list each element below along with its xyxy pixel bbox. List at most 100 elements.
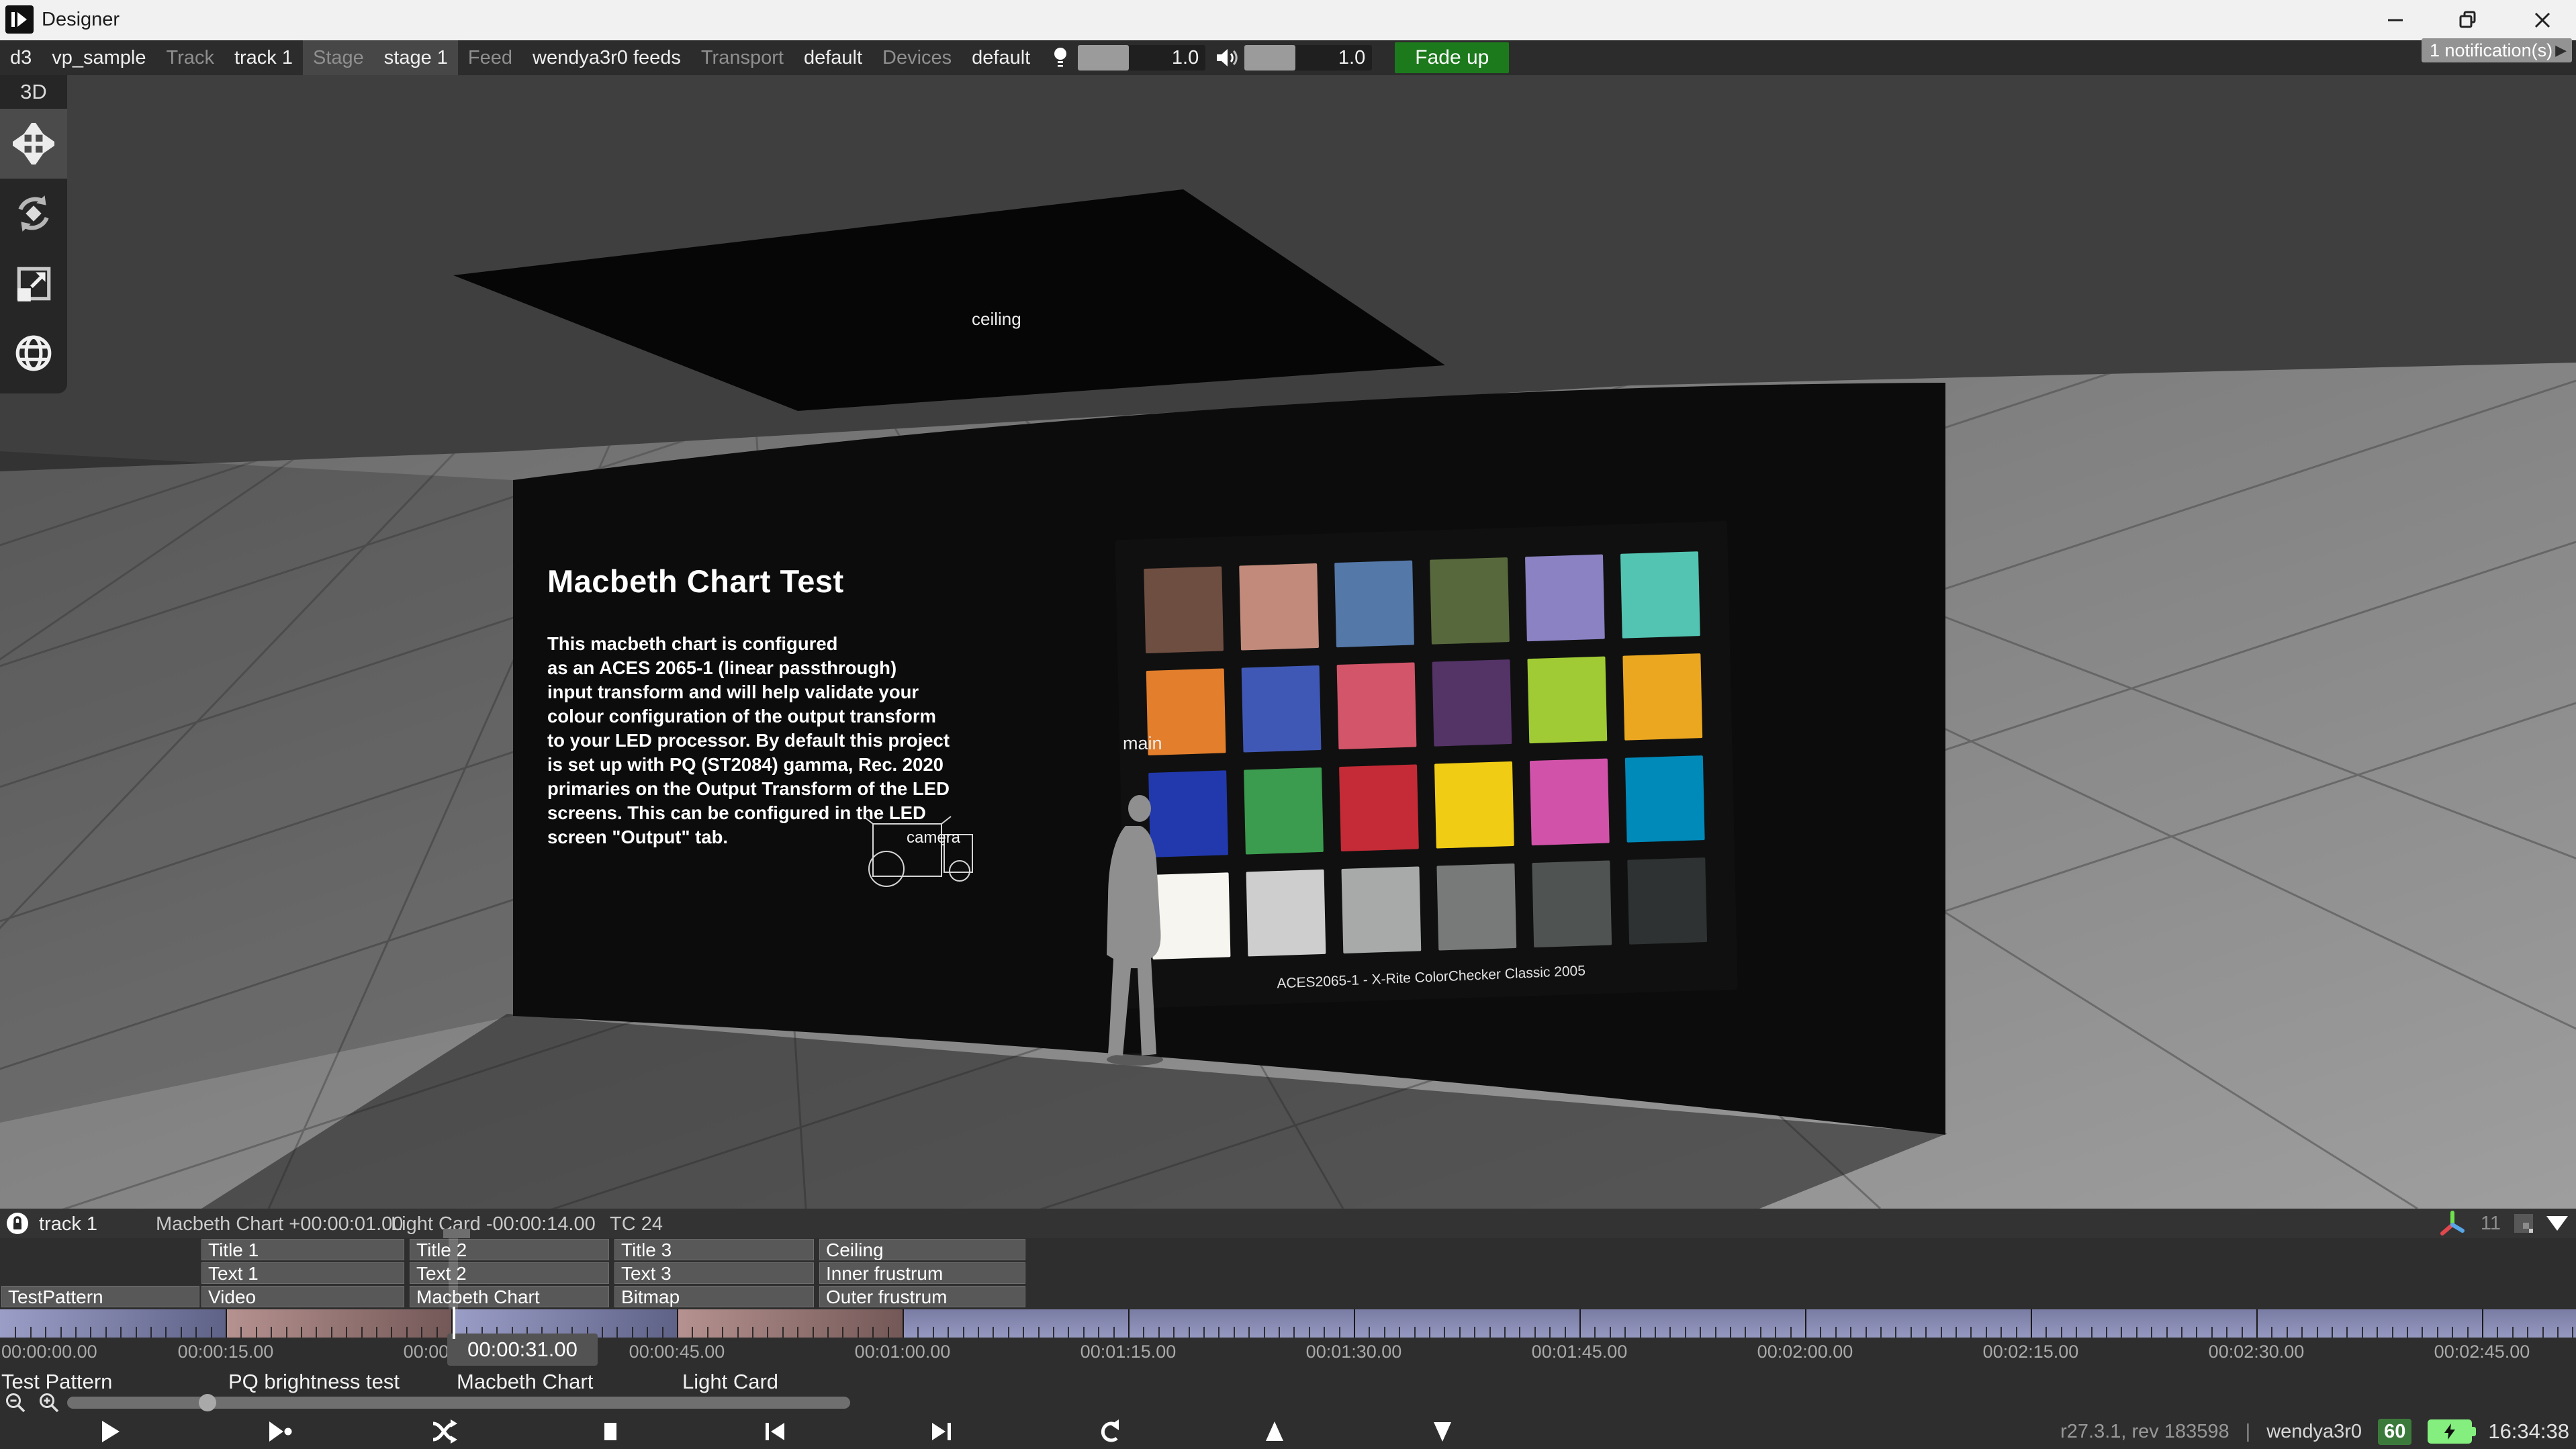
scale-tool-button[interactable] (0, 248, 67, 318)
timeline-layer-block[interactable]: Outer frustrum (819, 1286, 1025, 1307)
notification-badge[interactable]: 1 notification(s) ▶ (2422, 38, 2572, 62)
close-button[interactable] (2509, 0, 2576, 40)
ruler-tick (1956, 1327, 1957, 1338)
menu-feed[interactable]: Feed (458, 40, 522, 75)
menu-items: d3vp_sampleTracktrack 1Stagestage 1Feedw… (0, 40, 1040, 75)
menu-track-1[interactable]: track 1 (224, 40, 303, 75)
timeline-layer-block[interactable]: Ceiling (819, 1239, 1025, 1260)
ruler-tick (2392, 1327, 2393, 1338)
ruler-tick (858, 1327, 859, 1338)
ruler-tick (1925, 1327, 1927, 1338)
ruler-timecode-label: 00:01:15.00 (1080, 1342, 1177, 1362)
volume-value: 1.0 (1295, 47, 1372, 69)
transport-play-button[interactable] (93, 1415, 128, 1448)
volume-slider-thumb[interactable] (1244, 45, 1295, 71)
macbeth-patch (1244, 767, 1324, 855)
fade-up-button[interactable]: Fade up (1395, 42, 1509, 73)
section-name-pq-brightness-test[interactable]: PQ brightness test (228, 1370, 400, 1394)
ruler-band-section (0, 1309, 226, 1338)
ruler-tick (1339, 1327, 1340, 1338)
zoom-in-button[interactable] (38, 1391, 62, 1415)
ruler-tick (2061, 1327, 2062, 1338)
timeline-layer-block[interactable]: Text 2 (410, 1262, 609, 1284)
timeline-layer-block[interactable]: Video (201, 1286, 404, 1307)
rotate-tool-button[interactable] (0, 179, 67, 248)
ruler-tick (1008, 1327, 1009, 1338)
ruler-tick (120, 1327, 122, 1338)
camera-wireframe[interactable] (863, 814, 984, 891)
playhead-line[interactable] (453, 1307, 455, 1339)
ruler-tick (105, 1327, 107, 1338)
ruler-tick (948, 1327, 949, 1338)
timeline-layer-block[interactable]: Text 3 (614, 1262, 814, 1284)
timeline-layer-block[interactable]: Text 1 (201, 1262, 404, 1284)
brightness-slider-thumb[interactable] (1078, 45, 1129, 71)
transport-loop-section-button[interactable] (426, 1415, 461, 1448)
transport-stop-button[interactable] (593, 1415, 628, 1448)
ruler-tick (1023, 1327, 1024, 1338)
menu-transport[interactable]: Transport (691, 40, 794, 75)
play-section-icon (265, 1417, 293, 1446)
menu-default[interactable]: default (962, 40, 1040, 75)
restore-button[interactable] (2436, 0, 2499, 40)
toolbar-3d-label: 3D (0, 75, 67, 109)
ruler-tick (917, 1327, 919, 1338)
menu-devices[interactable]: Devices (872, 40, 962, 75)
ruler-tick (2226, 1327, 2227, 1338)
macbeth-patch (1530, 759, 1610, 846)
timeline-layer-block[interactable]: Bitmap (614, 1286, 814, 1307)
transport-previous-section-button[interactable] (757, 1415, 792, 1448)
zoom-out-button[interactable] (4, 1391, 28, 1415)
ruler-timecode-label: 00:02:45.00 (2434, 1342, 2530, 1362)
transport-next-section-button[interactable] (925, 1415, 960, 1448)
ruler-tick (1189, 1327, 1190, 1338)
macbeth-color-chart[interactable]: ACES2065-1 - X-Rite ColorChecker Classic… (1115, 521, 1737, 1009)
previous-section-icon (761, 1417, 789, 1446)
menu-d3[interactable]: d3 (0, 40, 42, 75)
globe-tool-button[interactable] (0, 318, 67, 388)
menu-track[interactable]: Track (156, 40, 224, 75)
menu-default[interactable]: default (794, 40, 872, 75)
brightness-control[interactable]: 1.0 (1050, 45, 1205, 71)
playhead-handle[interactable] (443, 1229, 470, 1238)
ruler-tick (752, 1327, 753, 1338)
ruler-tick (1941, 1327, 1942, 1338)
timeline-layer-block[interactable]: Inner frustrum (819, 1262, 1025, 1284)
transport-return-to-start-button[interactable] (1093, 1415, 1128, 1448)
transport-play-section-button[interactable] (262, 1415, 297, 1448)
menu-wendya3r0-feeds[interactable]: wendya3r0 feeds (522, 40, 691, 75)
transport-down-button[interactable] (1425, 1415, 1460, 1448)
ruler-tick (1565, 1327, 1566, 1338)
volume-control[interactable]: 1.0 (1215, 45, 1372, 71)
section-name-macbeth-chart[interactable]: Macbeth Chart (457, 1370, 593, 1394)
timeline-ruler-band[interactable] (0, 1309, 2576, 1338)
timeline-layer-block[interactable]: TestPattern (1, 1286, 199, 1307)
ruler-tick (842, 1327, 843, 1338)
timeline-layer-block[interactable]: Title 1 (201, 1239, 404, 1260)
timeline-scrollbar[interactable] (67, 1397, 850, 1409)
transport-up-button[interactable] (1257, 1415, 1292, 1448)
timeline-panel: track 1 Macbeth Chart +00:00:01.00 Light… (0, 1209, 2576, 1449)
ruler-tick (1640, 1327, 1641, 1338)
timeline-layer-block[interactable]: Title 2 (410, 1239, 609, 1260)
ruler-tick (1234, 1327, 1235, 1338)
ruler-tick (1309, 1327, 1310, 1338)
minimize-button[interactable] (2364, 0, 2427, 40)
section-name-test-pattern[interactable]: Test Pattern (1, 1370, 112, 1394)
ruler-tick (2346, 1327, 2348, 1338)
macbeth-caption: ACES2065-1 - X-Rite ColorChecker Classic… (1125, 957, 1737, 998)
section-name-light-card[interactable]: Light Card (682, 1370, 778, 1394)
ruler-section-boundary (226, 1309, 227, 1338)
timeline-layer-block[interactable]: Macbeth Chart (410, 1286, 609, 1307)
timeline-layer-block[interactable]: Title 3 (614, 1239, 814, 1260)
menu-vp_sample[interactable]: vp_sample (42, 40, 156, 75)
ruler-tick (1173, 1327, 1175, 1338)
ruler-tick (767, 1327, 768, 1338)
timeline-scrollbar-thumb[interactable] (199, 1394, 216, 1411)
clock-text: 16:34:38 (2488, 1419, 2569, 1444)
macbeth-patch (1430, 557, 1510, 645)
menu-stage-1[interactable]: stage 1 (374, 40, 458, 75)
ruler-tick (1038, 1327, 1040, 1338)
menu-stage[interactable]: Stage (303, 40, 374, 75)
move-tool-button[interactable] (0, 109, 67, 179)
